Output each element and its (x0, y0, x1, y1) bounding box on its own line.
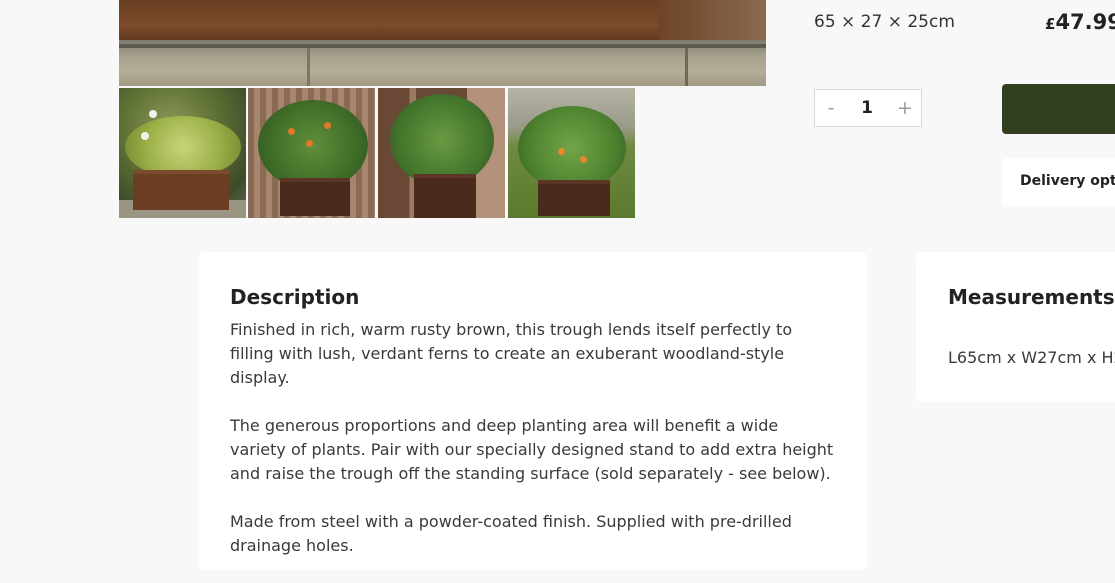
description-card: Description Finished in rich, warm rusty… (199, 252, 867, 570)
measurements-card: Measurements: L65cm x W27cm x H25 (916, 252, 1115, 402)
thumbnail-tomatoes-against-trellis[interactable] (378, 88, 505, 218)
quantity-value[interactable]: 1 (845, 98, 889, 118)
thumbnail-tomatoes-on-lawn[interactable] (508, 88, 635, 218)
add-to-basket-button[interactable] (1002, 84, 1115, 134)
description-paragraph: Made from steel with a powder-coated fin… (230, 512, 792, 555)
quantity-stepper: - 1 + (814, 89, 922, 127)
delivery-options-button[interactable]: Delivery optio (1002, 158, 1115, 206)
thumbnail-ferns-in-trough[interactable] (119, 88, 246, 218)
description-paragraph: Finished in rich, warm rusty brown, this… (230, 320, 793, 387)
quantity-increase-button[interactable]: + (893, 97, 917, 119)
description-paragraph: The generous proportions and deep planti… (230, 416, 834, 483)
price-currency: £ (1045, 15, 1056, 33)
description-heading: Description (230, 285, 360, 309)
delivery-options-label: Delivery optio (1020, 173, 1115, 189)
measurements-value: L65cm x W27cm x H25 (948, 348, 1115, 367)
product-price: £47.99 (1045, 10, 1115, 34)
quantity-decrease-button[interactable]: - (819, 97, 843, 119)
product-dimensions: 65 × 27 × 25cm (814, 12, 955, 32)
measurements-heading: Measurements: (948, 285, 1115, 309)
thumbnail-tomatoes-against-fence[interactable] (248, 88, 375, 218)
main-product-image (119, 0, 766, 86)
price-amount: 47.99 (1055, 10, 1115, 34)
